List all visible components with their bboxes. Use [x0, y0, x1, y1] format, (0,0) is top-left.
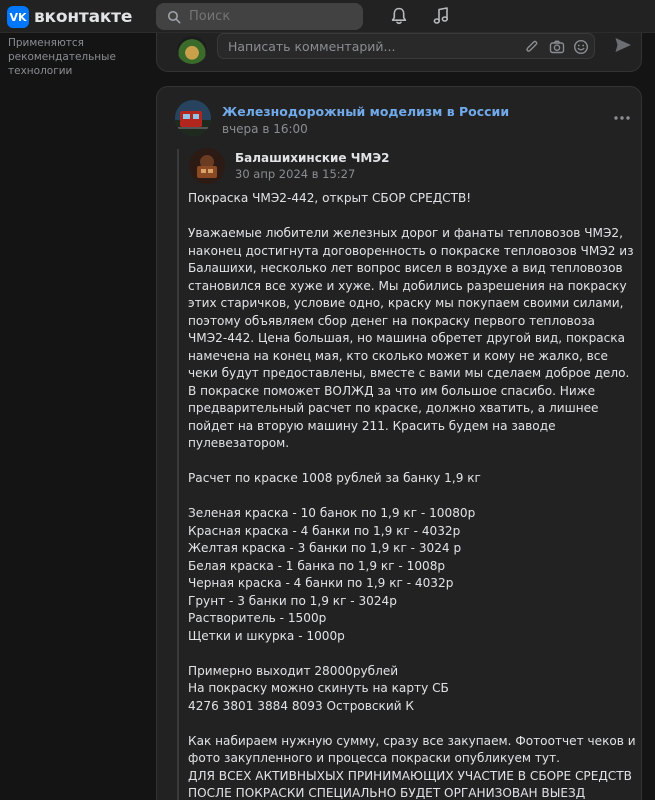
post-text: Покраска ЧМЭ2-442, открыт СБОР СРЕДСТВ! У… — [188, 190, 638, 800]
attach-icon[interactable] — [524, 39, 540, 55]
comment-placeholder: Написать комментарий... — [228, 39, 396, 54]
comment-input[interactable]: Написать комментарий... — [217, 33, 595, 59]
post-text-line: Уважаемые любители железных дорог и фана… — [188, 226, 634, 450]
post-text-line: Желтая краска - 3 банки по 1,9 кг - 3024… — [188, 541, 462, 555]
post-text-line: Зеленая краска - 10 банок по 1,9 кг - 10… — [188, 506, 476, 520]
post-text-line: Покраска ЧМЭ2-442, открыт СБОР СРЕДСТВ! — [188, 191, 472, 205]
post-text-line: Красная краска - 4 банки по 1,9 кг - 403… — [188, 523, 461, 538]
repost-time[interactable]: 30 апр 2024 в 15:27 — [235, 167, 355, 181]
repost-author-name[interactable]: Балашихинские ЧМЭ2 — [235, 151, 390, 165]
top-header: VK вконтакте — [0, 0, 655, 33]
vk-logo[interactable]: VK вконтакте — [7, 6, 132, 28]
post-text-line: ДЛЯ ВСЕХ АКТИВНЫХЫХ ПРИНИМАЮЩИХ УЧАСТИЕ … — [188, 768, 632, 800]
post-text-line: Щетки и шкурка - 1000р — [188, 628, 345, 643]
repost-author-avatar[interactable] — [189, 148, 225, 184]
repost-indicator-line — [177, 149, 179, 800]
post-text-line: Белая краска - 1 банка по 1,9 кг - 1008р — [188, 558, 446, 573]
post-text-line: Растворитель - 1500р — [188, 611, 327, 625]
vk-logo-mark: VK — [7, 6, 29, 28]
vk-logo-text: вконтакте — [34, 7, 133, 27]
search-box[interactable] — [156, 3, 363, 30]
comment-card: Написать комментарий... — [156, 33, 642, 72]
search-input[interactable] — [189, 9, 359, 24]
music-icon[interactable] — [431, 6, 451, 26]
post-card: Железнодорожный моделизм в России вчера … — [156, 86, 642, 800]
post-time[interactable]: вчера в 16:00 — [222, 122, 308, 136]
post-text-line: Расчет по краске 1008 рублей за банку 1,… — [188, 471, 481, 485]
camera-icon[interactable] — [549, 39, 565, 55]
search-icon — [167, 10, 181, 23]
post-text-line: На покраску можно скинуть на карту СБ — [188, 681, 449, 695]
recommendation-note: Применяются рекомендательные технологии — [8, 37, 116, 77]
post-text-line: Как набираем нужную сумму, сразу все зак… — [188, 733, 636, 766]
post-text-line: Черная краска - 4 банки по 1,9 кг - 4032… — [188, 576, 454, 590]
emoji-icon[interactable] — [573, 39, 589, 55]
bell-icon[interactable] — [389, 6, 409, 26]
send-icon[interactable] — [613, 35, 633, 55]
post-text-line: Грунт - 3 банки по 1,9 кг - 3024р — [188, 593, 397, 608]
post-text-line: 4276 3801 3884 8093 Островский К — [188, 698, 415, 713]
user-avatar[interactable] — [177, 36, 207, 64]
group-avatar[interactable] — [175, 100, 211, 136]
more-options-icon[interactable] — [613, 115, 631, 121]
post-text-line: Примерно выходит 28000рублей — [188, 663, 399, 678]
group-name-link[interactable]: Железнодорожный моделизм в России — [222, 104, 509, 119]
